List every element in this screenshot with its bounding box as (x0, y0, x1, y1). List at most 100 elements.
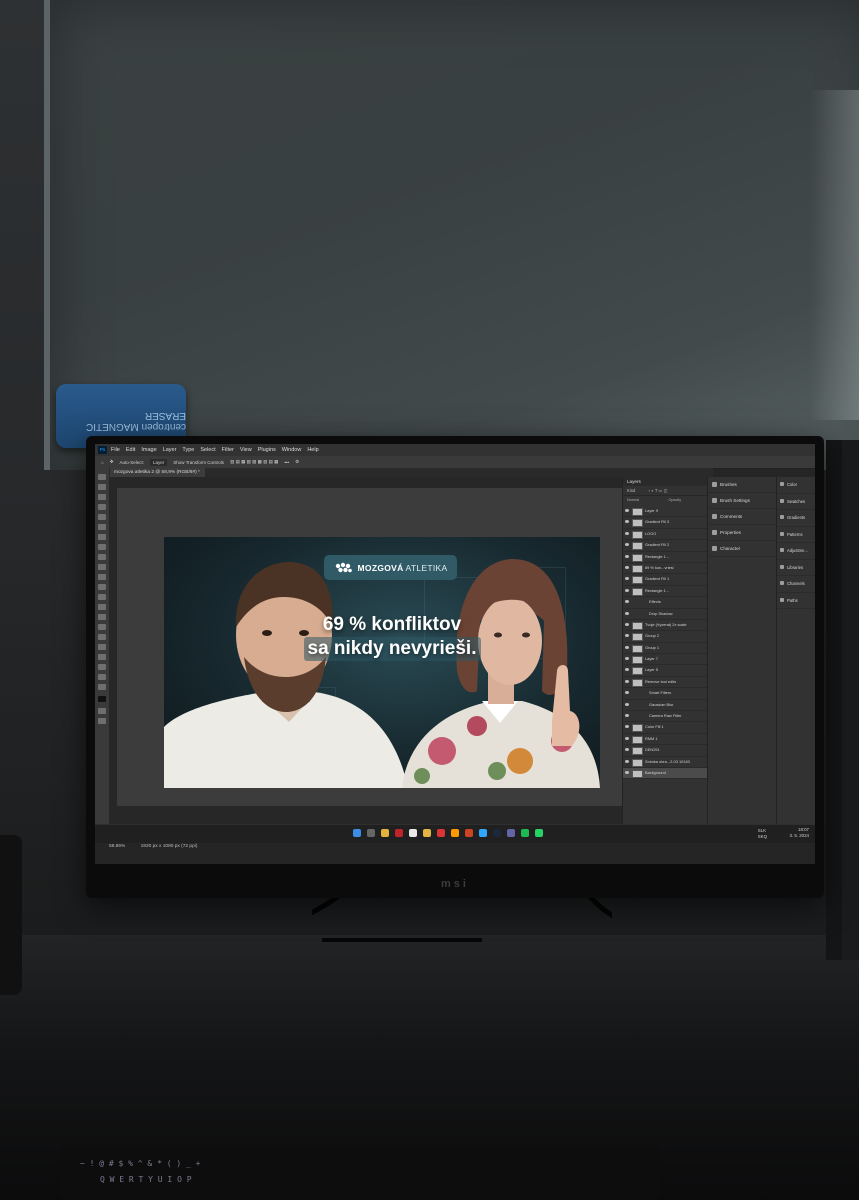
menu-plugins[interactable]: Plugins (258, 447, 276, 453)
layer-row[interactable]: Snimka obra...2-03 10183 (623, 757, 707, 768)
foreground-color-icon[interactable] (98, 696, 106, 702)
visibility-eye-icon[interactable] (625, 588, 629, 592)
layer-row[interactable]: Group 2 (623, 631, 707, 643)
clock[interactable]: 18:07 3. 5. 2024 (789, 827, 809, 839)
visibility-eye-icon[interactable] (625, 531, 629, 535)
thumbnail-canvas[interactable]: MOZGOVÁ ATLETIKA 69 % konfliktov sa nikd… (164, 537, 600, 788)
layer-row[interactable]: Rectangle 1... (623, 586, 707, 598)
layer-row[interactable]: Gaussian Blur (623, 700, 707, 712)
layer-row[interactable]: RMM 1 (623, 734, 707, 746)
auto-select-dropdown[interactable]: Layer (150, 458, 168, 466)
spotify-icon[interactable] (521, 829, 529, 837)
visibility-eye-icon[interactable] (625, 645, 629, 649)
search-icon[interactable] (367, 829, 375, 837)
layer-row[interactable]: DEN251 (623, 745, 707, 757)
visibility-eye-icon[interactable] (625, 748, 629, 752)
layer-row[interactable]: Color Fill 1 (623, 722, 707, 734)
steam-icon[interactable] (493, 829, 501, 837)
menu-file[interactable]: File (111, 447, 120, 453)
files-icon[interactable] (423, 829, 431, 837)
panel-comments[interactable]: Comments (708, 509, 776, 525)
blend-mode-dropdown[interactable]: Normal (627, 498, 639, 502)
pen-tool-icon[interactable] (98, 624, 106, 630)
panel-libraries[interactable]: Libraries (777, 560, 815, 576)
visibility-eye-icon[interactable] (625, 657, 629, 661)
illustrator-icon[interactable] (451, 829, 459, 837)
layer-row[interactable]: Gradient Fill 3 (623, 517, 707, 529)
visibility-eye-icon[interactable] (625, 577, 629, 581)
visibility-eye-icon[interactable] (625, 770, 629, 774)
panel-patterns[interactable]: Patterns (777, 527, 815, 543)
history-brush-icon[interactable] (98, 574, 106, 580)
visibility-eye-icon[interactable] (625, 520, 629, 524)
eraser-tool-icon[interactable] (98, 584, 106, 590)
visibility-eye-icon[interactable] (625, 565, 629, 569)
chrome-icon[interactable] (381, 829, 389, 837)
more-options-icon[interactable]: ••• (284, 460, 289, 465)
visibility-eye-icon[interactable] (625, 702, 629, 706)
auto-select-checkbox[interactable]: Auto-Select: (120, 460, 145, 465)
layer-row[interactable]: Effects (623, 597, 707, 609)
language-indicator[interactable]: SLK SKQ (758, 828, 767, 840)
frame-tool-icon[interactable] (98, 524, 106, 530)
layer-row[interactable]: Gradient Fill 1 (623, 574, 707, 586)
panel-properties[interactable]: Properties (708, 525, 776, 541)
teams-icon[interactable] (507, 829, 515, 837)
start-icon[interactable] (353, 829, 361, 837)
brush-tool-icon[interactable] (98, 554, 106, 560)
menu-filter[interactable]: Filter (222, 447, 234, 453)
show-transform-checkbox[interactable]: Show Transform Controls (173, 460, 224, 465)
clone-stamp-icon[interactable] (98, 564, 106, 570)
lasso-tool-icon[interactable] (98, 494, 106, 500)
visibility-eye-icon[interactable] (625, 725, 629, 729)
zoom-tool-icon[interactable] (98, 674, 106, 680)
visibility-eye-icon[interactable] (625, 554, 629, 558)
layer-row[interactable]: Smart Filters (623, 688, 707, 700)
settings-gear-icon[interactable]: ⚙ (295, 459, 299, 465)
panel-adjustme[interactable]: Adjustme... (777, 543, 815, 560)
visibility-eye-icon[interactable] (625, 759, 629, 763)
menu-type[interactable]: Type (182, 447, 194, 453)
move-tool-icon[interactable] (98, 474, 106, 480)
crop-tool-icon[interactable] (98, 514, 106, 520)
menu-view[interactable]: View (240, 447, 252, 453)
layer-row[interactable]: Rectangle 1... (623, 552, 707, 563)
menu-layer[interactable]: Layer (163, 447, 177, 453)
layer-row[interactable]: Drop Shadow (623, 609, 707, 620)
photoshop-logo-icon[interactable]: Ps (98, 446, 107, 454)
shape-tool-icon[interactable] (98, 654, 106, 660)
mail-icon[interactable] (465, 829, 473, 837)
menu-help[interactable]: Help (307, 447, 318, 453)
layer-row[interactable]: Gradient Fill 2 (623, 540, 707, 552)
filter-kind-dropdown[interactable]: Kind (627, 488, 635, 493)
visibility-eye-icon[interactable] (625, 679, 629, 683)
screen-mode-icon[interactable] (98, 718, 106, 724)
panel-channels[interactable]: Channels (777, 576, 815, 593)
layer-row[interactable]: Layer 5 (623, 665, 707, 677)
visibility-eye-icon[interactable] (625, 691, 629, 695)
zoom-level[interactable]: 58.86% (109, 844, 125, 849)
visibility-eye-icon[interactable] (625, 634, 629, 638)
align-icons[interactable]: ▥ ▤ ▦ ▧ ▨ ▩ ▥ ▤ ▦ (230, 459, 278, 465)
visibility-eye-icon[interactable] (625, 611, 629, 615)
layer-row[interactable]: Layer 9 (623, 506, 707, 518)
panel-color[interactable]: Color (777, 477, 815, 494)
layer-row[interactable]: LOGO (623, 529, 707, 541)
visibility-eye-icon[interactable] (625, 736, 629, 740)
visibility-eye-icon[interactable] (625, 509, 629, 512)
panel-swatches[interactable]: Swatches (777, 494, 815, 510)
panel-gradients[interactable]: Gradients (777, 510, 815, 527)
layer-row[interactable]: Remove tool edits (623, 677, 707, 689)
layer-row[interactable]: Tvoje (Vyzerat) 2x scale (623, 620, 707, 632)
menu-edit[interactable]: Edit (126, 447, 135, 453)
netflix-icon[interactable] (395, 829, 403, 837)
dodge-tool-icon[interactable] (98, 614, 106, 620)
path-select-icon[interactable] (98, 644, 106, 650)
photoshop-icon[interactable] (479, 829, 487, 837)
visibility-eye-icon[interactable] (625, 600, 629, 604)
layer-row[interactable]: 69 % kon...vriesi (623, 563, 707, 575)
panel-paths[interactable]: Paths (777, 593, 815, 609)
eyedropper-tool-icon[interactable] (98, 534, 106, 540)
layer-row[interactable]: Background (623, 767, 707, 780)
panel-brush-settings[interactable]: Brush Settings (708, 493, 776, 509)
